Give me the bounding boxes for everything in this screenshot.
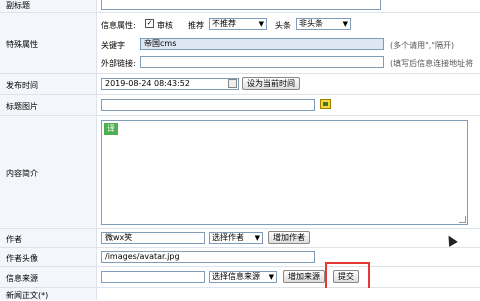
audit-label: 审核 bbox=[157, 21, 173, 30]
add-author-label: 增加作者 bbox=[273, 233, 305, 242]
summary-label: 内容简介 bbox=[6, 169, 38, 178]
resize-handle-icon[interactable] bbox=[459, 216, 466, 223]
calendar-icon[interactable] bbox=[228, 79, 237, 88]
info-attr-label: 信息属性: bbox=[101, 21, 136, 30]
keyword-hint: (多个请用","隔开) bbox=[390, 41, 455, 50]
author-input[interactable]: 微wx笑 bbox=[101, 232, 205, 244]
external-link-hint: (填写后信息连接地址将 bbox=[390, 59, 474, 68]
keyword-input[interactable]: 帝国cms bbox=[140, 38, 384, 50]
subtitle-row: 副标题 bbox=[0, 0, 480, 13]
subtitle-input[interactable] bbox=[101, 0, 381, 10]
translate-badge[interactable]: 译 bbox=[104, 123, 118, 135]
headline-select-value: 非头条 bbox=[299, 19, 323, 28]
recommend-select[interactable]: 不推荐 ▼ bbox=[209, 18, 267, 30]
summary-textarea[interactable]: 译 bbox=[101, 120, 468, 225]
special-attributes-row: 特殊属性 信息属性: ✓ 审核 推荐 不推荐 ▼ 头条 非头条 ▼ 关键字 帝国cm… bbox=[0, 13, 480, 74]
title-image-label-cell: 标题图片 bbox=[0, 95, 97, 115]
audit-checkbox[interactable]: ✓ bbox=[145, 19, 154, 28]
mouse-cursor-icon bbox=[444, 233, 458, 247]
author-row: 作者 微wx笑 选择作者 ▼ 增加作者 bbox=[0, 229, 480, 248]
add-author-button[interactable]: 增加作者 bbox=[268, 231, 310, 244]
newstext-label-cell: 新闻正文(*) bbox=[0, 288, 97, 300]
publish-time-row: 发布时间 2019-08-24 08:43:52 设为当前时间 bbox=[0, 74, 480, 95]
special-label: 特殊属性 bbox=[6, 40, 38, 49]
image-upload-icon[interactable] bbox=[320, 99, 331, 109]
avatar-label: 作者头像 bbox=[6, 254, 38, 263]
newstext-row: 新闻正文(*) bbox=[0, 288, 480, 300]
chevron-down-icon: ▼ bbox=[342, 20, 348, 28]
source-select[interactable]: 选择信息来源 ▼ bbox=[209, 271, 277, 283]
subtitle-label-cell: 副标题 bbox=[0, 0, 97, 12]
headline-select[interactable]: 非头条 ▼ bbox=[296, 18, 351, 30]
author-avatar-row: 作者头像 /images/avatar.jpg bbox=[0, 248, 480, 267]
add-source-label: 增加来源 bbox=[288, 272, 320, 281]
author-label-cell: 作者 bbox=[0, 229, 97, 247]
avatar-input[interactable]: /images/avatar.jpg bbox=[101, 251, 315, 263]
image-upload-icon-mark bbox=[323, 102, 328, 106]
keyword-value: 帝国cms bbox=[144, 39, 177, 48]
publish-label-cell: 发布时间 bbox=[0, 74, 97, 94]
external-link-label: 外部链接: bbox=[101, 59, 136, 68]
avatar-value: /images/avatar.jpg bbox=[105, 252, 180, 261]
newstext-label: 新闻正文(*) bbox=[6, 291, 49, 300]
set-current-time-label: 设为当前时间 bbox=[247, 79, 295, 88]
external-link-input[interactable] bbox=[140, 56, 384, 68]
author-select-label: 选择作者 bbox=[212, 233, 244, 242]
avatar-label-cell: 作者头像 bbox=[0, 248, 97, 266]
title-image-row: 标题图片 bbox=[0, 95, 480, 116]
publish-time-input[interactable]: 2019-08-24 08:43:52 bbox=[101, 78, 239, 90]
add-source-button[interactable]: 增加来源 bbox=[283, 270, 325, 283]
author-value: 微wx笑 bbox=[105, 233, 133, 242]
summary-row: 内容简介 译 bbox=[0, 116, 480, 229]
subtitle-label: 副标题 bbox=[6, 1, 30, 10]
publish-label: 发布时间 bbox=[6, 81, 38, 90]
recommend-label: 推荐 bbox=[188, 21, 204, 30]
publish-time-value: 2019-08-24 08:43:52 bbox=[105, 79, 190, 88]
chevron-down-icon: ▼ bbox=[258, 20, 264, 28]
chevron-down-icon: ▼ bbox=[254, 234, 260, 242]
title-image-input[interactable] bbox=[101, 99, 315, 111]
summary-label-cell: 内容简介 bbox=[0, 116, 97, 228]
recommend-select-value: 不推荐 bbox=[212, 19, 236, 28]
headline-label: 头条 bbox=[275, 21, 291, 30]
title-image-label: 标题图片 bbox=[6, 102, 38, 111]
special-label-cell: 特殊属性 bbox=[0, 13, 97, 73]
author-label: 作者 bbox=[6, 235, 22, 244]
set-current-time-button[interactable]: 设为当前时间 bbox=[242, 77, 300, 90]
keyword-label: 关键字 bbox=[101, 41, 125, 50]
source-label: 信息来源 bbox=[6, 274, 38, 283]
info-source-row: 信息来源 选择信息来源 ▼ 增加来源 提交 bbox=[0, 267, 480, 288]
source-input[interactable] bbox=[101, 271, 205, 283]
author-select[interactable]: 选择作者 ▼ bbox=[209, 232, 263, 244]
source-label-cell: 信息来源 bbox=[0, 267, 97, 287]
source-select-label: 选择信息来源 bbox=[212, 272, 260, 281]
chevron-down-icon: ▼ bbox=[268, 273, 274, 281]
